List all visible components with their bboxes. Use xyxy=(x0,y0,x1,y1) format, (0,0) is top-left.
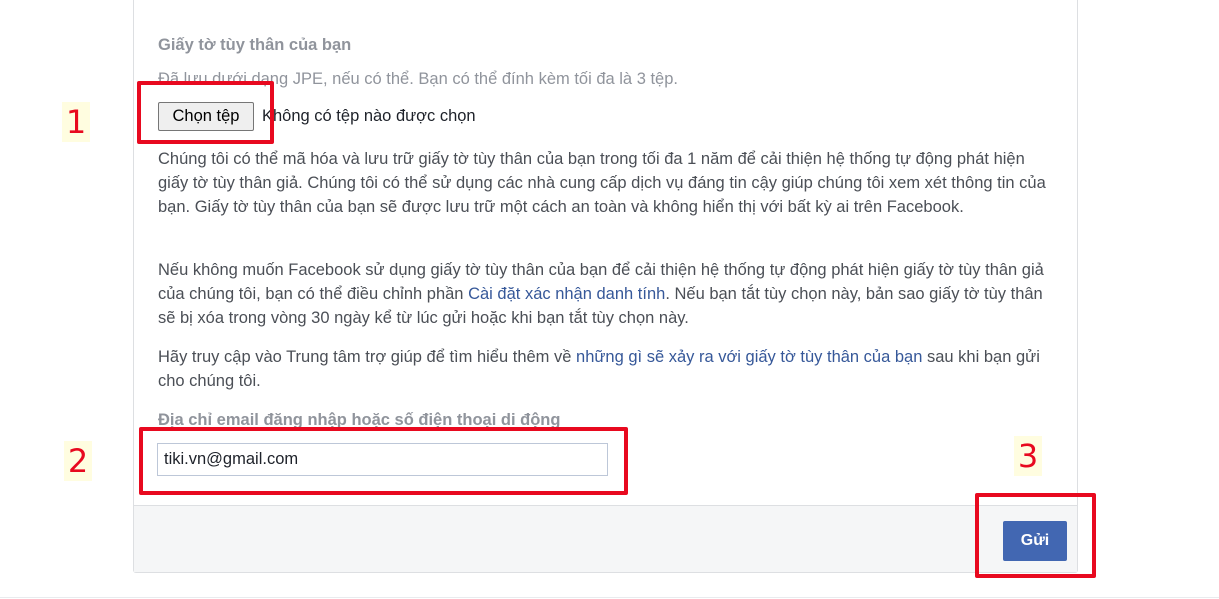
id-section-label: Giấy tờ tùy thân của bạn xyxy=(158,36,352,54)
paragraph-help-text-before: Hãy truy cập vào Trung tâm trợ giúp để t… xyxy=(158,348,577,366)
paragraph-storage-info: Chúng tôi có thể mã hóa và lưu trữ giấy … xyxy=(158,150,1046,216)
highlight-box-2 xyxy=(139,427,628,495)
file-status-text: Không có tệp nào được chọn xyxy=(262,107,476,125)
paragraph-help-info: Hãy truy cập vào Trung tâm trợ giúp để t… xyxy=(158,345,1058,393)
annotation-marker-2: 2 xyxy=(64,441,92,481)
page-divider xyxy=(0,597,1219,598)
highlight-box-1 xyxy=(137,81,274,144)
identity-settings-link[interactable]: Cài đặt xác nhận danh tính xyxy=(468,285,665,303)
paragraph-settings-info: Nếu không muốn Facebook sử dụng giấy tờ … xyxy=(158,258,1058,330)
highlight-box-3 xyxy=(975,493,1096,578)
annotation-marker-3: 3 xyxy=(1014,436,1042,476)
id-info-link[interactable]: những gì sẽ xảy ra với giấy tờ tùy thân … xyxy=(576,348,922,366)
form-footer xyxy=(134,505,1077,572)
annotation-marker-1: 1 xyxy=(62,102,90,142)
